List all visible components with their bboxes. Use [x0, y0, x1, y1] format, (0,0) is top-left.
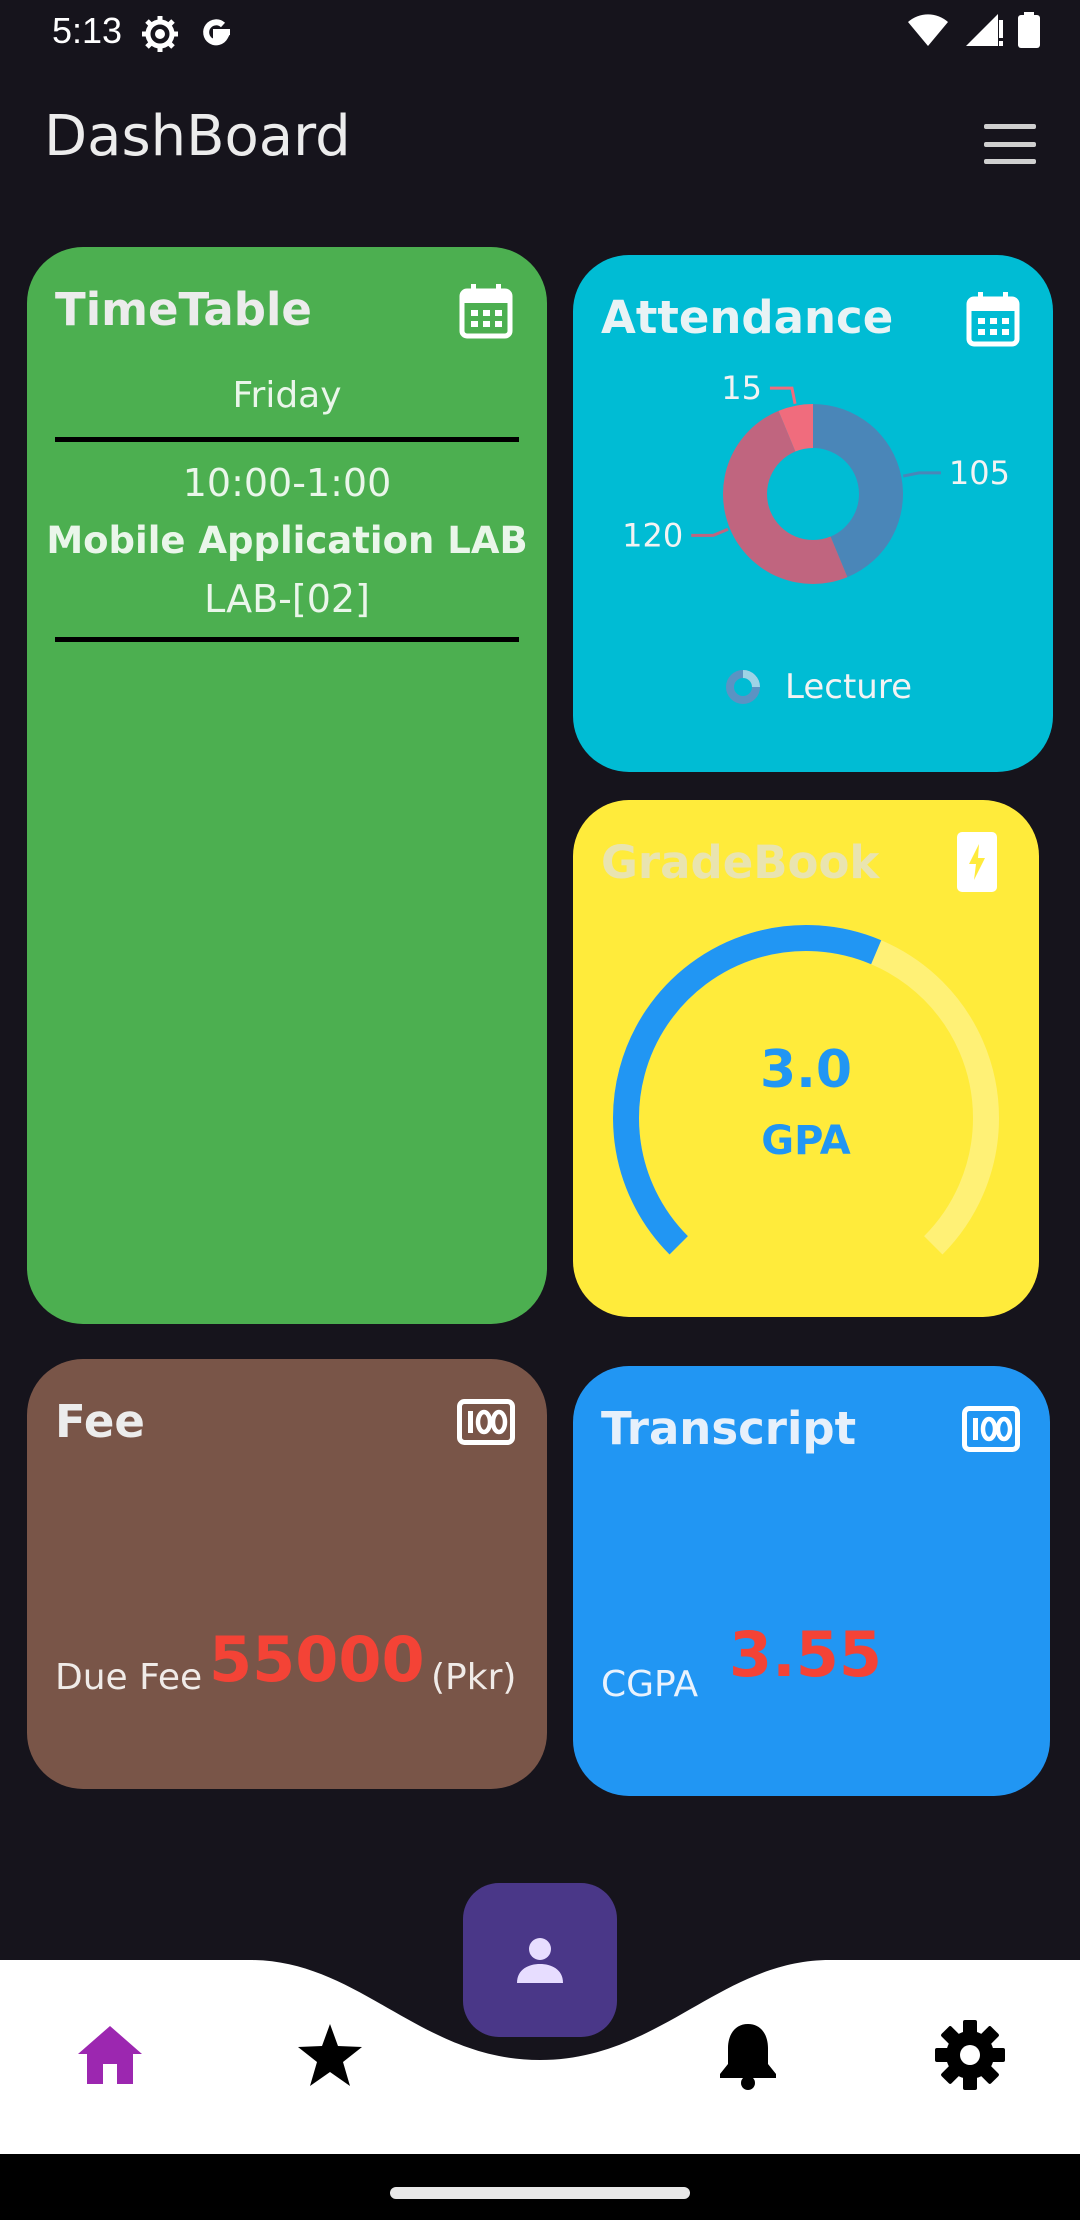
gradebook-card[interactable]: GradeBook 3.0 GPA	[573, 800, 1039, 1317]
currency-label: (Pkr)	[431, 1657, 517, 1698]
timetable-title: TimeTable	[55, 283, 312, 336]
transcript-title: Transcript	[601, 1402, 857, 1455]
gpa-label: GPA	[761, 1118, 851, 1164]
divider	[55, 637, 519, 642]
timetable-day: Friday	[232, 375, 342, 416]
donut-legend-icon	[726, 670, 760, 704]
status-bar: 5:13	[0, 0, 1080, 66]
data-label: 105	[949, 454, 1010, 492]
leader-line	[902, 471, 941, 478]
data-label: 120	[622, 516, 683, 554]
bell-icon	[720, 2024, 776, 2090]
nav-settings[interactable]	[930, 2015, 1010, 2095]
chart-legend: Lecture	[723, 667, 912, 707]
profile-fab-button[interactable]	[463, 1883, 617, 2037]
home-icon	[78, 2026, 142, 2084]
settings-icon	[935, 2020, 1005, 2090]
person-icon	[517, 1938, 563, 1983]
gpa-value: 3.0	[759, 1040, 853, 1100]
fee-card[interactable]: Fee Due Fee 55000 (Pkr)	[27, 1359, 547, 1789]
cgpa-value: 3.55	[729, 1618, 882, 1691]
menu-button[interactable]	[980, 120, 1040, 168]
cgpa-label: CGPA	[601, 1664, 699, 1705]
gear-status-icon	[142, 16, 178, 52]
transcript-card[interactable]: Transcript CGPA 3.55	[573, 1366, 1050, 1796]
class-room: LAB-[02]	[204, 577, 370, 621]
data-label: 15	[721, 369, 762, 407]
due-fee-amount: 55000	[209, 1623, 425, 1696]
google-g-icon	[203, 19, 231, 46]
class-subject: Mobile Application LAB	[46, 519, 528, 562]
battery-icon	[1018, 12, 1040, 48]
menu-icon	[984, 124, 1036, 129]
divider	[55, 437, 519, 442]
nav-favorites[interactable]	[290, 2015, 370, 2095]
wifi-icon	[908, 14, 948, 46]
counter-icon	[457, 1399, 515, 1445]
counter-icon	[962, 1406, 1020, 1452]
timetable-card[interactable]: TimeTable Friday 10:00-1:00 Mobile Appli…	[27, 247, 547, 1324]
legend-label: Lecture	[785, 667, 912, 707]
fee-title: Fee	[55, 1395, 145, 1448]
nav-notifications[interactable]	[708, 2015, 788, 2095]
attendance-card[interactable]: Attendance 105 120 15 Lecture	[573, 255, 1053, 772]
nav-home[interactable]	[70, 2015, 150, 2095]
class-time: 10:00-1:00	[182, 461, 392, 505]
leader-line	[769, 386, 797, 405]
leader-line	[691, 527, 729, 537]
due-fee-label: Due Fee	[55, 1657, 203, 1698]
star-icon	[298, 2024, 362, 2086]
calendar-icon	[459, 284, 513, 339]
gesture-handle[interactable]	[390, 2187, 690, 2199]
signal-icon	[966, 14, 1003, 46]
status-time: 5:13	[52, 10, 123, 51]
page-title: DashBoard	[44, 104, 351, 169]
